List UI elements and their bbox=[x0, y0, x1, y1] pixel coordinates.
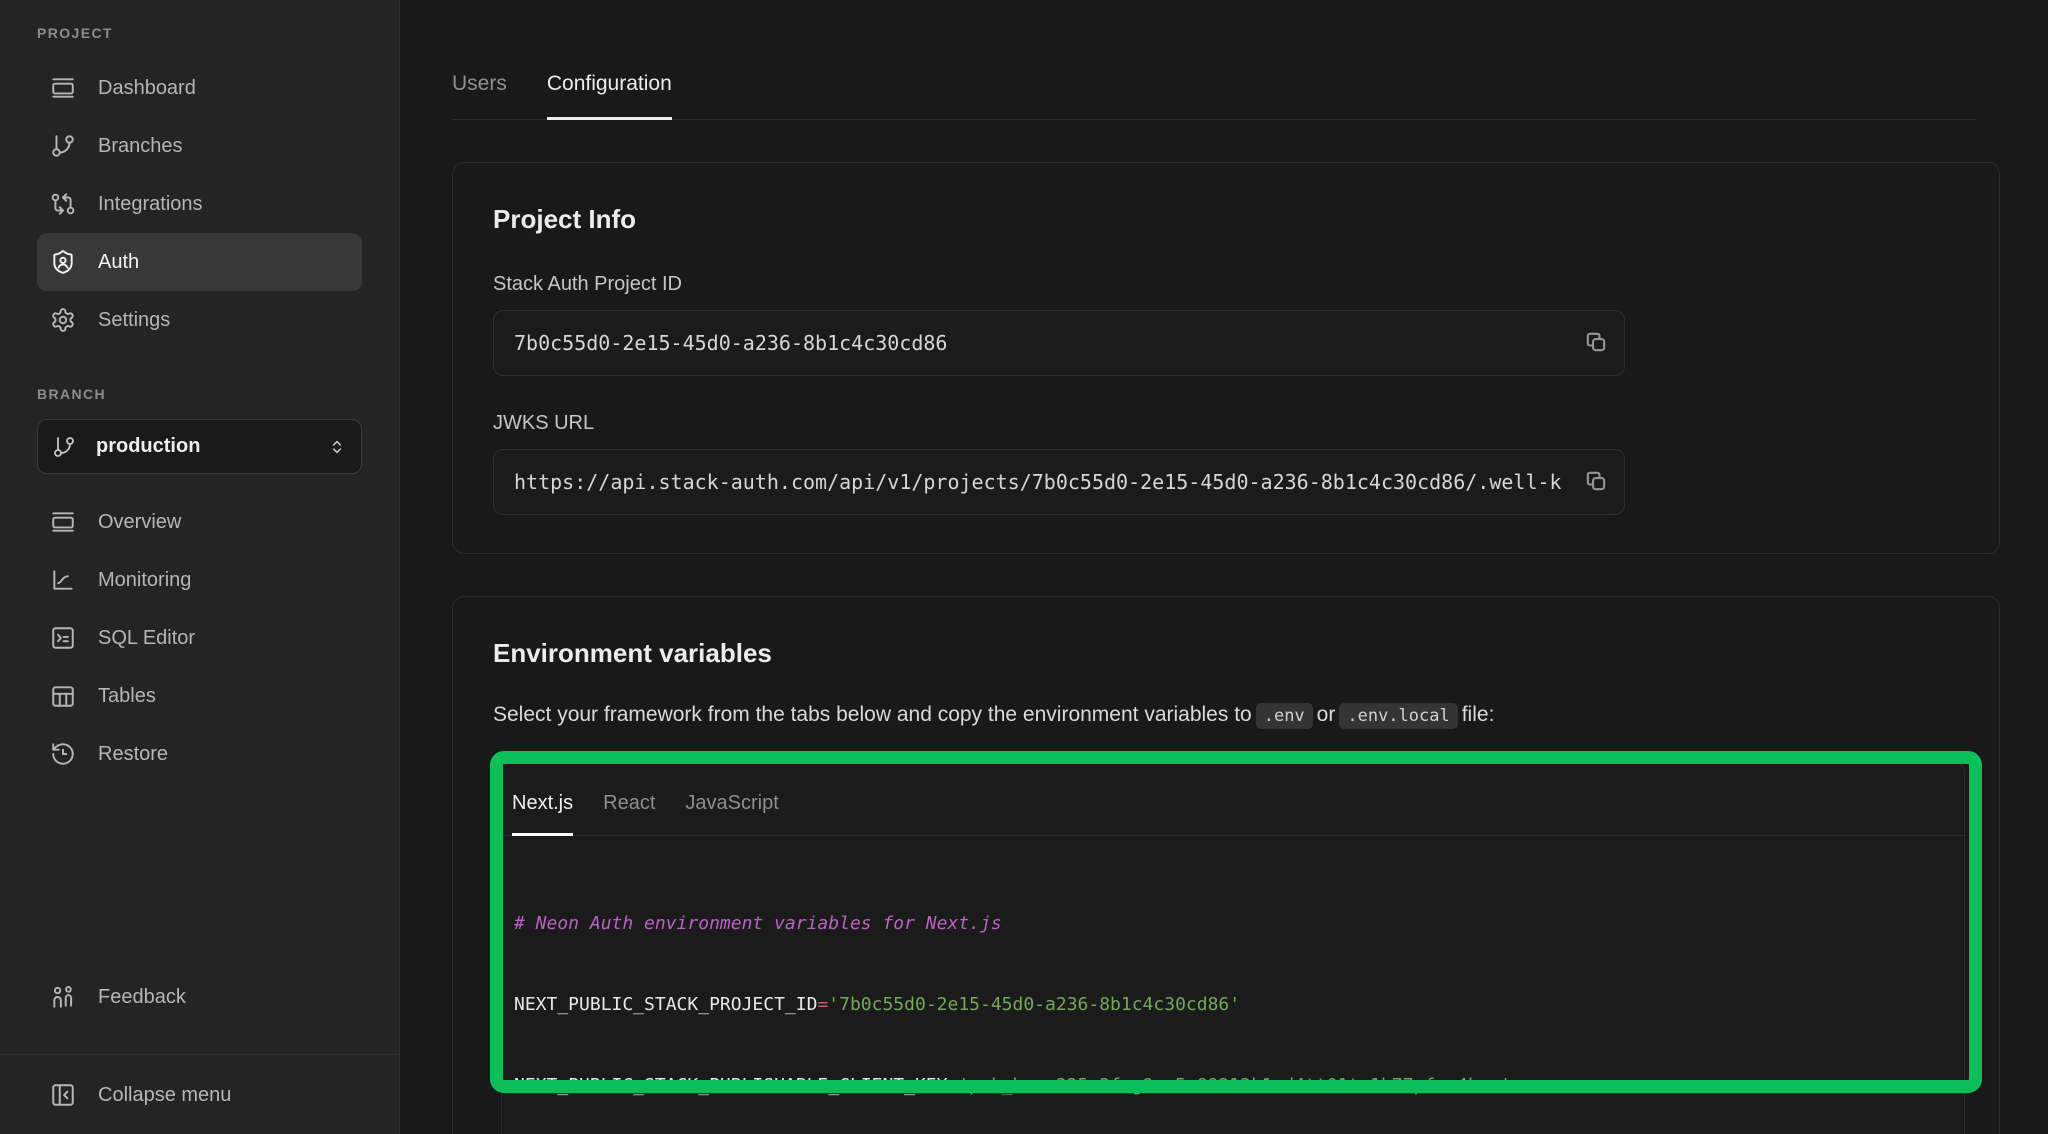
sidebar-item-auth[interactable]: Auth bbox=[37, 233, 362, 291]
sidebar-item-settings[interactable]: Settings bbox=[37, 291, 362, 349]
branch-selector-value: production bbox=[96, 435, 200, 458]
sidebar-item-label: Settings bbox=[98, 309, 170, 332]
env-code-content: # Neon Auth environment variables for Ne… bbox=[502, 836, 1964, 1134]
table-icon bbox=[50, 683, 76, 709]
environment-variables-description: Select your framework from the tabs belo… bbox=[493, 699, 1965, 732]
tab-javascript[interactable]: JavaScript bbox=[685, 791, 778, 835]
sidebar-item-sql-editor[interactable]: SQL Editor bbox=[37, 609, 362, 667]
sidebar-item-overview[interactable]: Overview bbox=[37, 493, 362, 551]
sidebar-bottom: Feedback bbox=[37, 968, 362, 1026]
dashboard-icon bbox=[50, 75, 76, 101]
project-info-card: Project Info Stack Auth Project ID 7b0c5… bbox=[452, 162, 2000, 554]
sidebar-item-monitoring[interactable]: Monitoring bbox=[37, 551, 362, 609]
tab-configuration[interactable]: Configuration bbox=[547, 72, 672, 119]
copy-project-id-button[interactable] bbox=[1580, 327, 1612, 359]
gear-icon bbox=[50, 307, 76, 333]
project-id-field[interactable]: 7b0c55d0-2e15-45d0-a236-8b1c4c30cd86 bbox=[493, 310, 1625, 376]
sidebar-item-label: Tables bbox=[98, 685, 156, 708]
line-chart-icon bbox=[50, 567, 76, 593]
sidebar-item-label: SQL Editor bbox=[98, 627, 195, 650]
sidebar-item-label: Dashboard bbox=[98, 77, 196, 100]
code-line: NEXT_PUBLIC_STACK_PROJECT_ID='7b0c55d0-2… bbox=[514, 991, 1948, 1018]
project-section-label: PROJECT bbox=[37, 22, 362, 44]
project-nav: Dashboard Branches Integrations Auth Set… bbox=[37, 59, 362, 349]
tab-react[interactable]: React bbox=[603, 791, 655, 835]
sidebar-divider bbox=[0, 1054, 399, 1055]
integrations-icon bbox=[50, 191, 76, 217]
code-line: # Neon Auth environment variables for Ne… bbox=[514, 910, 1948, 937]
project-info-title: Project Info bbox=[493, 201, 1965, 237]
sidebar-item-label: Branches bbox=[98, 135, 183, 158]
environment-variables-card: Environment variables Select your framew… bbox=[452, 596, 2000, 1134]
collapse-menu-label: Collapse menu bbox=[98, 1084, 231, 1107]
sidebar-item-label: Auth bbox=[98, 251, 139, 274]
sidebar-item-tables[interactable]: Tables bbox=[37, 667, 362, 725]
collapse-menu-button[interactable]: Collapse menu bbox=[37, 1066, 362, 1124]
sidebar-item-feedback[interactable]: Feedback bbox=[37, 968, 362, 1026]
terminal-icon bbox=[50, 625, 76, 651]
code-line: NEXT_PUBLIC_STACK_PUBLISHABLE_CLIENT_KEY… bbox=[514, 1072, 1948, 1099]
copy-icon bbox=[1582, 467, 1610, 495]
panel-left-close-icon bbox=[50, 1082, 76, 1108]
branch-selector[interactable]: production bbox=[37, 419, 362, 474]
env-code-block: Next.js React JavaScript # Neon Auth env… bbox=[501, 762, 1965, 1134]
git-branch-icon bbox=[50, 133, 76, 159]
sidebar-item-label: Overview bbox=[98, 511, 181, 534]
chevron-up-down-icon bbox=[327, 437, 347, 457]
env-file-chip: .env bbox=[1256, 703, 1313, 729]
branch-section-label: BRANCH bbox=[37, 383, 362, 405]
project-id-value: 7b0c55d0-2e15-45d0-a236-8b1c4c30cd86 bbox=[514, 331, 947, 355]
page-tabs: Users Configuration bbox=[452, 0, 1976, 120]
env-local-file-chip: .env.local bbox=[1339, 703, 1457, 729]
sidebar-item-label: Feedback bbox=[98, 986, 186, 1009]
users-icon bbox=[50, 984, 76, 1010]
sidebar-item-label: Monitoring bbox=[98, 569, 191, 592]
history-icon bbox=[50, 741, 76, 767]
sidebar-item-branches[interactable]: Branches bbox=[37, 117, 362, 175]
sidebar-item-label: Integrations bbox=[98, 193, 203, 216]
overview-icon bbox=[50, 509, 76, 535]
framework-tabs: Next.js React JavaScript bbox=[502, 763, 1964, 836]
copy-icon bbox=[1582, 328, 1610, 356]
copy-jwks-url-button[interactable] bbox=[1580, 466, 1612, 498]
tab-users[interactable]: Users bbox=[452, 72, 507, 119]
sidebar: PROJECT Dashboard Branches Integrations … bbox=[0, 0, 400, 1134]
branch-nav: Overview Monitoring SQL Editor Tables Re… bbox=[37, 493, 362, 783]
git-branch-icon bbox=[52, 435, 76, 459]
jwks-url-field[interactable]: https://api.stack-auth.com/api/v1/projec… bbox=[493, 449, 1625, 515]
auth-shield-user-icon bbox=[50, 249, 76, 275]
sidebar-item-dashboard[interactable]: Dashboard bbox=[37, 59, 362, 117]
jwks-url-label: JWKS URL bbox=[493, 410, 1965, 436]
sidebar-item-integrations[interactable]: Integrations bbox=[37, 175, 362, 233]
jwks-url-value: https://api.stack-auth.com/api/v1/projec… bbox=[514, 470, 1562, 494]
tab-nextjs[interactable]: Next.js bbox=[512, 791, 573, 835]
project-id-label: Stack Auth Project ID bbox=[493, 271, 1965, 297]
main-content: Users Configuration Project Info Stack A… bbox=[400, 0, 2048, 1134]
sidebar-item-label: Restore bbox=[98, 743, 168, 766]
sidebar-item-restore[interactable]: Restore bbox=[37, 725, 362, 783]
environment-variables-title: Environment variables bbox=[493, 635, 1965, 671]
